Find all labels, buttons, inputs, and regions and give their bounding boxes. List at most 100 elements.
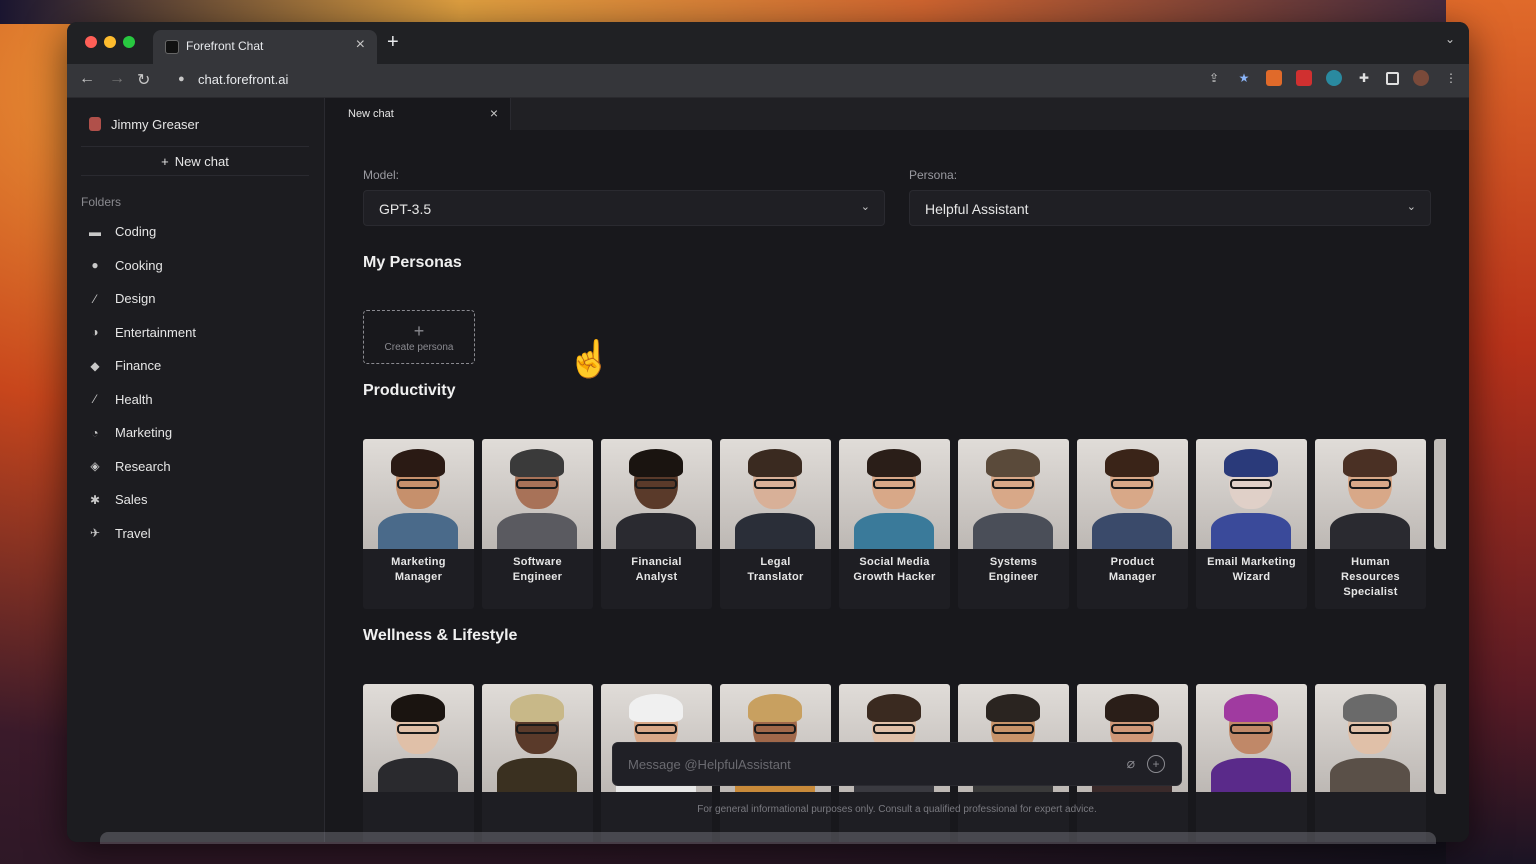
back-arrow-icon[interactable]: ← — [79, 70, 95, 88]
paperclip-icon[interactable]: ⌀ — [1127, 755, 1135, 772]
browser-tab[interactable]: Forefront Chat × — [153, 30, 377, 64]
close-tab-icon[interactable]: × — [356, 36, 365, 54]
avatar-body — [497, 758, 577, 792]
forward-arrow-icon[interactable]: → — [109, 70, 125, 88]
persona-card-partial[interactable] — [1434, 684, 1446, 794]
extension-icon[interactable] — [1266, 70, 1282, 86]
sidebar-folder-travel[interactable]: ✈ Travel — [81, 517, 311, 551]
avatar-glasses — [516, 479, 558, 489]
persona-card[interactable]: Email Marketing Wizard — [1196, 439, 1307, 609]
close-icon[interactable]: × — [490, 105, 498, 121]
avatar-body — [378, 758, 458, 792]
avatar-hair — [986, 694, 1040, 722]
minimize-window-button[interactable] — [104, 36, 116, 48]
avatar-glasses — [992, 479, 1034, 489]
persona-name-line: Systems — [989, 556, 1038, 568]
avatar-hair — [748, 449, 802, 477]
create-persona-label: Create persona — [384, 341, 454, 353]
persona-card[interactable]: Legal Translator — [720, 439, 831, 609]
persona-card[interactable] — [1196, 684, 1307, 842]
extension-icon[interactable] — [1296, 70, 1312, 86]
persona-card[interactable] — [363, 684, 474, 842]
share-icon[interactable]: ⇪ — [1206, 70, 1222, 86]
sidebar-folder-cooking[interactable]: ● Cooking — [81, 249, 311, 283]
persona-card[interactable]: Software Engineer — [482, 439, 593, 609]
profile-avatar-icon[interactable] — [1413, 70, 1429, 86]
persona-name-line: Resources — [1341, 571, 1400, 583]
persona-name-line: Analyst — [635, 571, 678, 583]
extension-icon[interactable] — [1326, 70, 1342, 86]
persona-name-line: Financial — [631, 556, 682, 568]
main-content: Model: GPT-3.5 ⌄ Persona: Helpful Assist… — [325, 130, 1469, 842]
avatar-glasses — [873, 479, 915, 489]
sidebar-folder-entertainment[interactable]: ◑ Entertainment — [81, 316, 311, 350]
sidebar-folder-finance[interactable]: ◆ Finance — [81, 349, 311, 383]
hand-cursor-icon: ☝ — [567, 338, 612, 379]
folder-list: ▬ Coding ● Cooking ⁄ Design ◑ Entertainment ◆ Fin… — [81, 215, 311, 550]
marketing-icon: ◔ — [91, 425, 99, 440]
persona-card[interactable]: Systems Engineer — [958, 439, 1069, 609]
message-composer: ⌀ + — [612, 742, 1182, 786]
productivity-persona-row: Marketing Manager Software Engineer Financia… — [363, 439, 1446, 609]
avatar-body — [1330, 758, 1410, 792]
sidebar-folder-research[interactable]: ◈ Research — [81, 450, 311, 484]
persona-avatar-image — [363, 439, 474, 549]
avatar-glasses — [992, 724, 1034, 734]
avatar-hair — [629, 694, 683, 722]
address-bar[interactable]: chat.forefront.ai — [198, 72, 288, 87]
avatar-glasses — [1230, 479, 1272, 489]
persona-card[interactable]: Human Resources Specialist — [1315, 439, 1426, 609]
sidebar-folder-label: Design — [115, 291, 156, 307]
avatar-hair — [629, 449, 683, 477]
avatar-body — [378, 513, 458, 549]
persona-card[interactable] — [482, 684, 593, 842]
persona-name-line: Human — [1351, 556, 1390, 568]
avatar-hair — [1343, 449, 1397, 477]
sidebar-folder-sales[interactable]: ✱ Sales — [81, 483, 311, 517]
avatar-hair — [510, 694, 564, 722]
more-menu-icon[interactable]: ⋮ — [1443, 70, 1459, 86]
sidebar-folder-health[interactable]: ⁄ Health — [81, 383, 311, 417]
persona-card[interactable]: Marketing Manager — [363, 439, 474, 609]
avatar-hair — [1105, 694, 1159, 722]
persona-card[interactable]: Social Media Growth Hacker — [839, 439, 950, 609]
persona-card[interactable]: Product Manager — [1077, 439, 1188, 609]
persona-select[interactable]: Helpful Assistant ⌄ — [909, 190, 1431, 226]
persona-avatar-image — [839, 439, 950, 549]
maximize-window-button[interactable] — [123, 36, 135, 48]
model-select[interactable]: GPT-3.5 ⌄ — [363, 190, 885, 226]
close-window-button[interactable] — [85, 36, 97, 48]
sidebar-folder-design[interactable]: ⁄ Design — [81, 282, 311, 316]
model-label: Model: — [363, 168, 400, 182]
chevron-down-icon: ⌄ — [860, 201, 870, 213]
productivity-heading: Productivity — [363, 382, 456, 399]
browser-tab-title: Forefront Chat — [186, 39, 264, 53]
persona-card-partial[interactable] — [1434, 439, 1446, 549]
sidebar-folder-coding[interactable]: ▬ Coding — [81, 215, 311, 249]
extensions-puzzle-icon[interactable]: ✚ — [1356, 70, 1372, 86]
sidebar: Jimmy Greaser + New chat Folders ▬ Coding… — [67, 98, 325, 842]
persona-name-line: Email Marketing — [1207, 556, 1296, 568]
persona-card[interactable]: Financial Analyst — [601, 439, 712, 609]
new-chat-button[interactable]: + New chat — [81, 146, 309, 176]
persona-avatar-image — [1315, 439, 1426, 549]
lock-icon[interactable]: ● — [178, 73, 185, 85]
bookmark-star-icon[interactable]: ★ — [1236, 70, 1252, 86]
add-circle-icon[interactable]: + — [1147, 755, 1165, 773]
chat-tab-new-chat[interactable]: New chat × — [325, 98, 511, 130]
forefront-favicon-icon — [165, 40, 179, 54]
side-panel-icon[interactable] — [1386, 71, 1399, 85]
tab-search-chevron-icon[interactable]: ⌄ — [1445, 32, 1455, 46]
create-persona-button[interactable]: + Create persona — [363, 310, 475, 364]
message-input[interactable] — [613, 743, 1103, 785]
new-tab-button[interactable]: + — [387, 31, 399, 54]
user-profile[interactable]: Jimmy Greaser — [89, 114, 199, 134]
persona-name-line: Wizard — [1232, 571, 1271, 583]
avatar-glasses — [873, 724, 915, 734]
persona-card[interactable] — [1315, 684, 1426, 842]
persona-avatar-image — [1077, 439, 1188, 549]
sidebar-folder-marketing[interactable]: ◔ Marketing — [81, 416, 311, 450]
desktop-wallpaper-top — [0, 0, 1536, 24]
persona-name-line: Product — [1110, 556, 1155, 568]
reload-icon[interactable]: ↻ — [137, 70, 150, 90]
